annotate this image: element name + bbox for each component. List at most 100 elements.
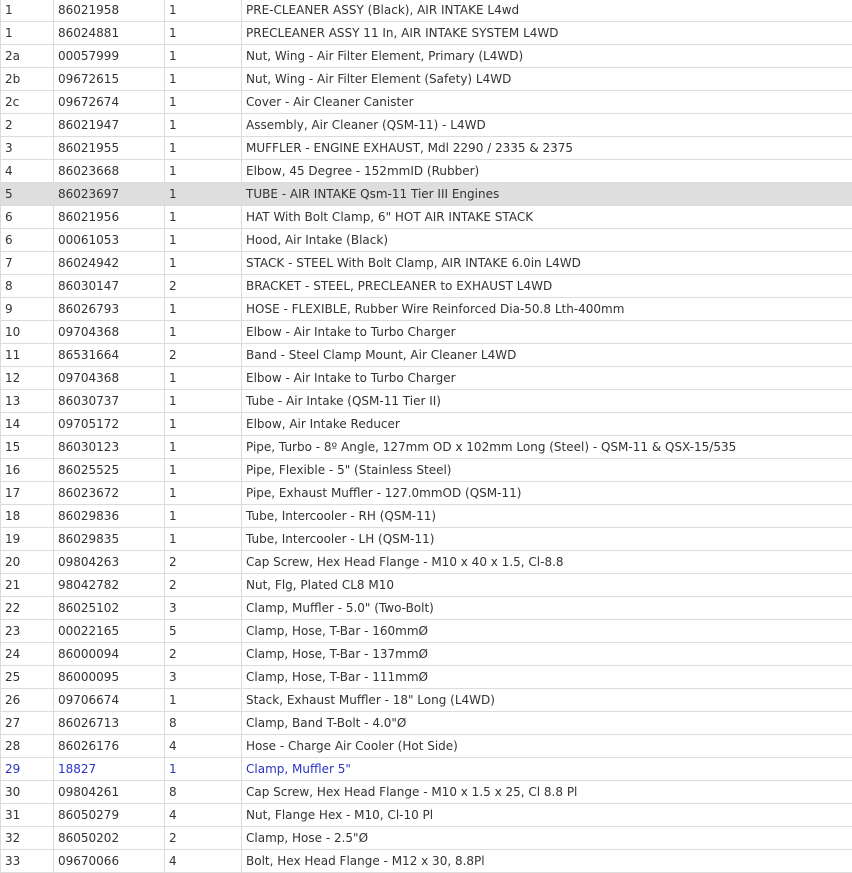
quantity-cell: 5 [165,620,242,643]
part-number-cell: 86021955 [54,137,165,160]
table-row[interactable]: 31860502794Nut, Flange Hex - M10, Cl-10 … [1,804,852,827]
ref-number-cell: 23 [1,620,54,643]
part-number-cell: 86030123 [54,436,165,459]
table-row[interactable]: 19860298351Tube, Intercooler - LH (QSM-1… [1,528,852,551]
quantity-cell[interactable]: 1 [165,758,242,781]
description-cell: Elbow - Air Intake to Turbo Charger [242,367,852,390]
description-cell: Clamp, Hose - 2.5"Ø [242,827,852,850]
table-row[interactable]: 15860301231Pipe, Turbo - 8º Angle, 127mm… [1,436,852,459]
part-number-cell: 09804261 [54,781,165,804]
table-row[interactable]: 28860261764Hose - Charge Air Cooler (Hot… [1,735,852,758]
ref-number-cell: 32 [1,827,54,850]
part-number-cell: 86021958 [54,0,165,22]
part-number-cell: 09672674 [54,91,165,114]
part-number-cell: 86024881 [54,22,165,45]
table-row[interactable]: 8860301472BRACKET - STEEL, PRECLEANER to… [1,275,852,298]
description-cell: Bolt, Hex Head Flange - M12 x 30, 8.8Pl [242,850,852,873]
quantity-cell: 1 [165,505,242,528]
ref-number-cell: 20 [1,551,54,574]
part-number-cell: 86000095 [54,666,165,689]
ref-number-cell: 4 [1,160,54,183]
table-row[interactable]: 13860307371Tube - Air Intake (QSM-11 Tie… [1,390,852,413]
table-row[interactable]: 10097043681Elbow - Air Intake to Turbo C… [1,321,852,344]
part-number-cell: 09706674 [54,689,165,712]
table-row[interactable]: 32860502022Clamp, Hose - 2.5"Ø [1,827,852,850]
quantity-cell: 1 [165,436,242,459]
table-row[interactable]: 11865316642Band - Steel Clamp Mount, Air… [1,344,852,367]
table-row[interactable]: 30098042618Cap Screw, Hex Head Flange - … [1,781,852,804]
part-number-cell: 09670066 [54,850,165,873]
quantity-cell: 1 [165,22,242,45]
table-row[interactable]: 21980427822Nut, Flg, Plated CL8 M10 [1,574,852,597]
table-row[interactable]: 9860267931HOSE - FLEXIBLE, Rubber Wire R… [1,298,852,321]
table-row[interactable]: 1860219581PRE-CLEANER ASSY (Black), AIR … [1,0,852,22]
table-row[interactable]: 3860219551MUFFLER - ENGINE EXHAUST, Mdl … [1,137,852,160]
table-row[interactable]: 24860000942Clamp, Hose, T-Bar - 137mmØ [1,643,852,666]
table-row[interactable]: 22860251023Clamp, Muffler - 5.0" (Two-Bo… [1,597,852,620]
table-row[interactable]: 6860219561HAT With Bolt Clamp, 6" HOT AI… [1,206,852,229]
table-row[interactable]: 25860000953Clamp, Hose, T-Bar - 111mmØ [1,666,852,689]
part-number-cell: 86023697 [54,183,165,206]
ref-number-cell: 6 [1,206,54,229]
table-row[interactable]: 4860236681Elbow, 45 Degree - 152mmID (Ru… [1,160,852,183]
table-row[interactable]: 23000221655Clamp, Hose, T-Bar - 160mmØ [1,620,852,643]
part-number-cell: 86030737 [54,390,165,413]
part-number-cell[interactable]: 18827 [54,758,165,781]
table-row[interactable]: 26097066741Stack, Exhaust Muffler - 18" … [1,689,852,712]
table-row[interactable]: 16860255251Pipe, Flexible - 5" (Stainles… [1,459,852,482]
description-cell: BRACKET - STEEL, PRECLEANER to EXHAUST L… [242,275,852,298]
ref-number-cell[interactable]: 29 [1,758,54,781]
description-cell: Pipe, Turbo - 8º Angle, 127mm OD x 102mm… [242,436,852,459]
description-cell[interactable]: Clamp, Muffler 5" [242,758,852,781]
description-cell: Assembly, Air Cleaner (QSM-11) - L4WD [242,114,852,137]
parts-table: 1860219581PRE-CLEANER ASSY (Black), AIR … [0,0,852,873]
quantity-cell: 1 [165,160,242,183]
table-row[interactable]: 2a000579991Nut, Wing - Air Filter Elemen… [1,45,852,68]
ref-number-cell: 8 [1,275,54,298]
table-row[interactable]: 17860236721Pipe, Exhaust Muffler - 127.0… [1,482,852,505]
ref-number-cell: 11 [1,344,54,367]
table-row[interactable]: 12097043681Elbow - Air Intake to Turbo C… [1,367,852,390]
description-cell: Cover - Air Cleaner Canister [242,91,852,114]
table-row[interactable]: 7860249421STACK - STEEL With Bolt Clamp,… [1,252,852,275]
quantity-cell: 2 [165,344,242,367]
ref-number-cell: 1 [1,22,54,45]
quantity-cell: 1 [165,528,242,551]
description-cell: Clamp, Band T-Bolt - 4.0"Ø [242,712,852,735]
table-row[interactable]: 14097051721Elbow, Air Intake Reducer [1,413,852,436]
quantity-cell: 1 [165,68,242,91]
table-row[interactable]: 1860248811PRECLEANER ASSY 11 In, AIR INT… [1,22,852,45]
part-number-cell: 86026793 [54,298,165,321]
description-cell: Tube, Intercooler - LH (QSM-11) [242,528,852,551]
ref-number-cell: 7 [1,252,54,275]
table-row[interactable]: 20098042632Cap Screw, Hex Head Flange - … [1,551,852,574]
table-row[interactable]: 2c096726741Cover - Air Cleaner Canister [1,91,852,114]
description-cell: Clamp, Hose, T-Bar - 111mmØ [242,666,852,689]
table-row[interactable]: 2b096726151Nut, Wing - Air Filter Elemen… [1,68,852,91]
quantity-cell: 1 [165,413,242,436]
ref-number-cell: 10 [1,321,54,344]
description-cell: PRE-CLEANER ASSY (Black), AIR INTAKE L4w… [242,0,852,22]
table-row[interactable]: 5860236971TUBE - AIR INTAKE Qsm-11 Tier … [1,183,852,206]
part-number-cell: 86029836 [54,505,165,528]
table-row[interactable]: 33096700664Bolt, Hex Head Flange - M12 x… [1,850,852,873]
quantity-cell: 1 [165,390,242,413]
part-number-cell: 00022165 [54,620,165,643]
description-cell: Cap Screw, Hex Head Flange - M10 x 40 x … [242,551,852,574]
quantity-cell: 1 [165,252,242,275]
table-row[interactable]: 27860267138Clamp, Band T-Bolt - 4.0"Ø [1,712,852,735]
description-cell: Nut, Flange Hex - M10, Cl-10 Pl [242,804,852,827]
table-row[interactable]: 29188271Clamp, Muffler 5" [1,758,852,781]
quantity-cell: 2 [165,574,242,597]
part-number-cell: 86021956 [54,206,165,229]
quantity-cell: 3 [165,597,242,620]
quantity-cell: 2 [165,275,242,298]
ref-number-cell: 18 [1,505,54,528]
ref-number-cell: 19 [1,528,54,551]
quantity-cell: 1 [165,137,242,160]
part-number-cell: 86531664 [54,344,165,367]
table-row[interactable]: 6000610531Hood, Air Intake (Black) [1,229,852,252]
ref-number-cell: 30 [1,781,54,804]
table-row[interactable]: 2860219471Assembly, Air Cleaner (QSM-11)… [1,114,852,137]
table-row[interactable]: 18860298361Tube, Intercooler - RH (QSM-1… [1,505,852,528]
